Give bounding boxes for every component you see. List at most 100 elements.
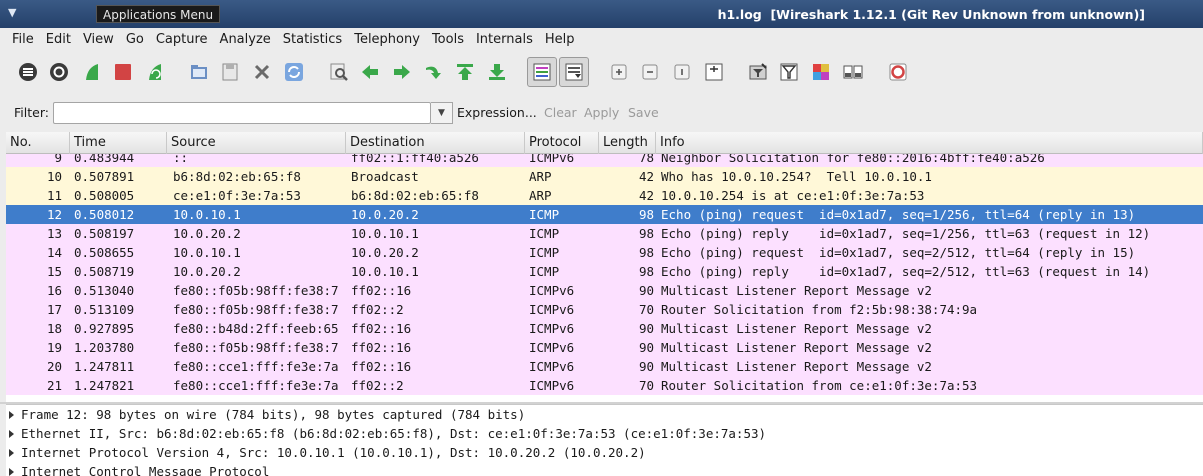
packet-cell-dst: Broadcast [351, 169, 419, 184]
go-to-packet-button[interactable] [420, 59, 446, 85]
column-header-len[interactable]: Length [599, 132, 656, 154]
menu-statistics[interactable]: Statistics [277, 32, 348, 47]
menu-telephony[interactable]: Telephony [348, 32, 426, 47]
auto-scroll-button[interactable] [559, 57, 589, 87]
packet-cell-no: 19 [46, 340, 62, 355]
expand-arrow-icon[interactable] [9, 430, 14, 438]
capture-options-button[interactable] [46, 59, 72, 85]
zoom-out-button[interactable] [637, 59, 663, 85]
packet-row[interactable]: 21 1.247821 fe80::cce1:fff:fe3e:7a ff02::2 I… [6, 376, 1203, 395]
packet-row[interactable]: 18 0.927895 fe80::b48d:2ff:feeb:65 ff02::16… [6, 319, 1203, 338]
menu-help[interactable]: Help [539, 32, 581, 47]
menu-edit[interactable]: Edit [40, 32, 77, 47]
packet-list[interactable]: No. Time Source Destination Protocol Length In… [6, 132, 1203, 402]
menu-file[interactable]: File [6, 32, 40, 47]
close-file-icon [251, 61, 273, 83]
packet-row[interactable]: 20 1.247811 fe80::cce1:fff:fe3e:7a ff02::16… [6, 357, 1203, 376]
colorize-icon [531, 61, 553, 83]
resize-columns-button[interactable] [701, 59, 727, 85]
restart-capture-button[interactable] [142, 59, 168, 85]
column-header-time[interactable]: Time [70, 132, 167, 154]
packet-cell-len: 42 [638, 188, 654, 203]
packet-cell-info: Echo (ping) request id=0x1ad7, seq=2/512… [661, 245, 1136, 260]
expression-button[interactable]: Expression... [457, 105, 537, 120]
packet-cell-src: b6:8d:02:eb:65:f8 [173, 169, 301, 184]
colorize-button[interactable] [527, 57, 557, 87]
packet-cell-proto: ICMPv6 [529, 378, 575, 393]
packet-cell-time: 0.508197 [74, 226, 135, 241]
window-menu-icon[interactable]: ▼ [8, 6, 16, 19]
packet-row[interactable]: 19 1.203780 fe80::f05b:98ff:fe38:7 ff02::16… [6, 338, 1203, 357]
go-forward-button[interactable] [389, 59, 415, 85]
menu-analyze[interactable]: Analyze [214, 32, 277, 47]
packet-row[interactable]: 13 0.508197 10.0.20.2 10.0.10.1 ICMP 98 Echo (… [6, 224, 1203, 243]
apply-button[interactable]: Apply [584, 105, 619, 120]
column-header-src[interactable]: Source [167, 132, 346, 154]
expand-arrow-icon[interactable] [9, 468, 14, 476]
filter-input[interactable] [54, 103, 430, 123]
menu-internals[interactable]: Internals [470, 32, 539, 47]
open-file-icon [188, 61, 210, 83]
packet-row[interactable]: 10 0.507891 b6:8d:02:eb:65:f8 Broadcast ARP 4… [6, 167, 1203, 186]
packet-cell-len: 90 [638, 340, 654, 355]
clear-button[interactable]: Clear [544, 105, 577, 120]
packet-row[interactable]: 11 0.508005 ce:e1:0f:3e:7a:53 b6:8d:02:eb:6… [6, 186, 1203, 205]
menu-tools[interactable]: Tools [426, 32, 470, 47]
go-back-button[interactable] [357, 59, 383, 85]
reload-button[interactable] [281, 59, 307, 85]
packet-row[interactable]: 9 0.483944:: ff02::1:ff40:a526 ICMPv6 78 Neig… [6, 154, 1203, 167]
menu-go[interactable]: Go [120, 32, 150, 47]
save-file-button[interactable] [217, 59, 243, 85]
menu-view[interactable]: View [77, 32, 120, 47]
menu-capture[interactable]: Capture [150, 32, 214, 47]
packet-cell-src: fe80::f05b:98ff:fe38:7 [173, 340, 339, 355]
go-first-button[interactable] [452, 59, 478, 85]
filter-history-dropdown[interactable]: ▼ [431, 102, 453, 124]
zoom-out-icon [639, 61, 661, 83]
go-last-button[interactable] [484, 59, 510, 85]
start-capture-button[interactable] [79, 59, 105, 85]
display-filters-button[interactable] [776, 59, 802, 85]
find-packet-button[interactable] [326, 59, 352, 85]
open-file-button[interactable] [186, 59, 212, 85]
column-header-proto[interactable]: Protocol [525, 132, 599, 154]
stop-capture-button[interactable] [110, 59, 136, 85]
detail-label: Internet Protocol Version 4, Src: 10.0.1… [21, 445, 646, 460]
detail-tree-item[interactable]: Frame 12: 98 bytes on wire (784 bits), 9… [6, 405, 1203, 424]
packet-list-header: No. Time Source Destination Protocol Length In… [6, 132, 1203, 154]
auto-scroll-icon [563, 61, 585, 83]
normal-size-button[interactable] [669, 59, 695, 85]
applications-menu-button[interactable]: Applications Menu [96, 5, 221, 23]
expand-arrow-icon[interactable] [9, 411, 14, 419]
expand-arrow-icon[interactable] [9, 449, 14, 457]
packet-cell-info: Echo (ping) reply id=0x1ad7, seq=2/512, … [661, 264, 1151, 279]
zoom-in-button[interactable] [606, 59, 632, 85]
packet-row[interactable]: 17 0.513109 fe80::f05b:98ff:fe38:7 ff02::2 I… [6, 300, 1203, 319]
packet-row[interactable]: 15 0.508719 10.0.20.2 10.0.10.1 ICMP 98 Echo (… [6, 262, 1203, 281]
column-header-dst[interactable]: Destination [346, 132, 525, 154]
help-button[interactable] [885, 59, 911, 85]
column-header-info[interactable]: Info [656, 132, 1203, 154]
coloring-rules-button[interactable] [808, 59, 834, 85]
packet-details[interactable]: Frame 12: 98 bytes on wire (784 bits), 9… [6, 404, 1203, 476]
packet-row[interactable]: 14 0.508655 10.0.10.1 10.0.20.2 ICMP 98 Echo (… [6, 243, 1203, 262]
detail-tree-item[interactable]: Ethernet II, Src: b6:8d:02:eb:65:f8 (b6:… [6, 424, 1203, 443]
filter-label: Filter: [14, 105, 49, 120]
detail-tree-item[interactable]: Internet Protocol Version 4, Src: 10.0.1… [6, 443, 1203, 462]
save-file-icon [219, 61, 241, 83]
packet-row[interactable]: 16 0.513040 fe80::f05b:98ff:fe38:7 ff02::16… [6, 281, 1203, 300]
packet-cell-info: Multicast Listener Report Message v2 [661, 340, 932, 355]
interface-list-button[interactable] [15, 59, 41, 85]
save-filter-button[interactable]: Save [628, 105, 659, 120]
packet-cell-proto: ICMP [529, 226, 560, 241]
restart-capture-icon [144, 61, 166, 83]
capture-filters-button[interactable] [745, 59, 771, 85]
close-file-button[interactable] [249, 59, 275, 85]
packet-row[interactable]: 12 0.508012 10.0.10.1 10.0.20.2 ICMP 98 Echo (… [6, 205, 1203, 224]
column-header-no[interactable]: No. [6, 132, 70, 154]
packet-cell-proto: ICMPv6 [529, 283, 575, 298]
detail-tree-item[interactable]: Internet Control Message Protocol [6, 462, 1203, 476]
packet-cell-time: 1.247811 [74, 359, 135, 374]
help-icon [887, 61, 909, 83]
preferences-button[interactable] [840, 59, 866, 85]
